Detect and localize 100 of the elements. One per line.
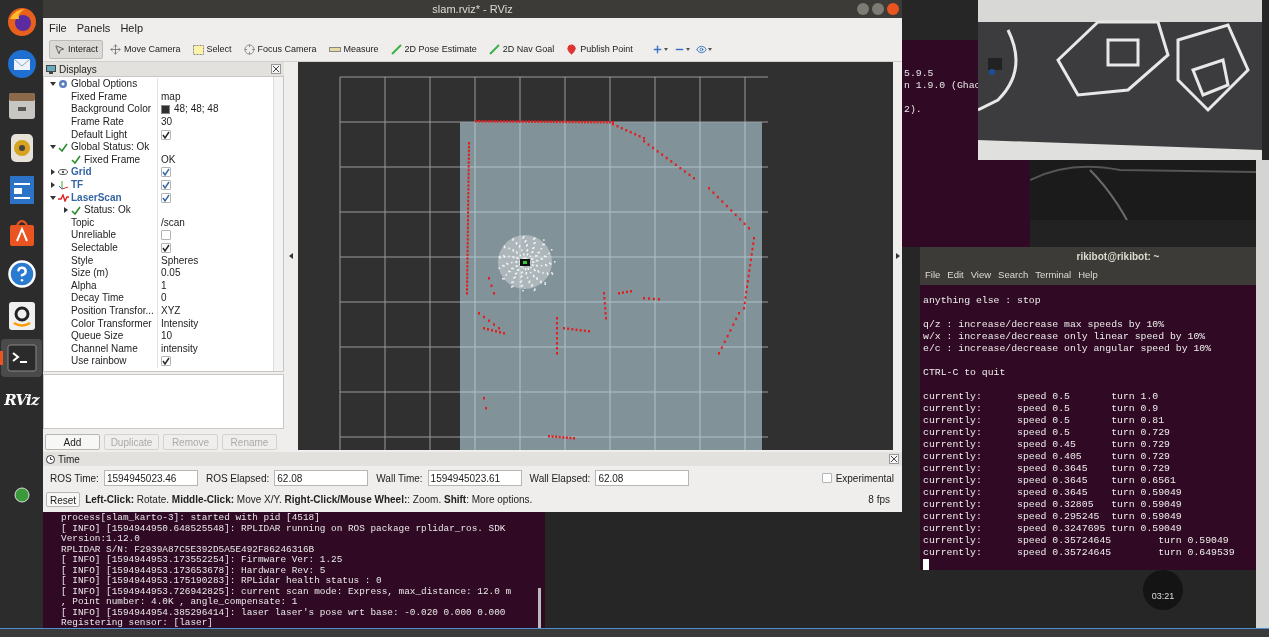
expand-arrow-icon[interactable]: [49, 182, 56, 189]
property-value[interactable]: Intensity: [161, 318, 199, 329]
property-name[interactable]: Position Transfor...: [71, 306, 154, 316]
display-name[interactable]: LaserScan: [71, 192, 122, 203]
property-name[interactable]: Background Color: [71, 104, 152, 115]
property-name[interactable]: Frame Rate: [71, 117, 124, 128]
property-name[interactable]: Style: [71, 255, 94, 266]
close-button[interactable]: [887, 3, 899, 15]
tool-button[interactable]: Interact: [49, 40, 103, 59]
terminal-line: w/x : increase/decrease only linear speed by 10%: [923, 331, 1207, 343]
property-value[interactable]: map: [161, 91, 181, 102]
close-panel-button[interactable]: [889, 454, 899, 464]
property-value[interactable]: Spheres: [161, 255, 199, 266]
collapse-arrow-icon[interactable]: [289, 253, 293, 259]
property-name[interactable]: Global Status: Ok: [71, 142, 150, 153]
property-value[interactable]: 0.05: [161, 268, 181, 279]
checkbox[interactable]: [161, 167, 171, 178]
terminal-line: [ INFO] [1594944953.175190283]: RPLidar health status : 0: [61, 576, 383, 587]
collapse-arrow-icon[interactable]: [49, 194, 56, 201]
tool-button[interactable]: 2D Nav Goal: [483, 40, 560, 59]
color-swatch[interactable]: [161, 105, 170, 114]
time-field[interactable]: 62.08: [274, 470, 369, 486]
scrollbar[interactable]: [1256, 160, 1269, 628]
property-name[interactable]: Global Options: [71, 79, 138, 90]
property-name[interactable]: Queue Size: [71, 331, 124, 342]
tool-button[interactable]: 2D Pose Estimate: [385, 40, 482, 59]
checkbox[interactable]: [161, 180, 171, 191]
status-circle-icon[interactable]: [13, 487, 30, 503]
tool-button[interactable]: Select: [187, 40, 237, 59]
property-value[interactable]: XYZ: [161, 306, 181, 316]
checkbox[interactable]: [161, 129, 171, 140]
property-name[interactable]: Default Light: [71, 129, 128, 140]
display-name[interactable]: TF: [71, 180, 84, 191]
property-value[interactable]: 10: [161, 331, 173, 342]
document-icon[interactable]: [8, 175, 35, 205]
checkbox[interactable]: [161, 192, 171, 203]
time-field[interactable]: 1594945023.46: [103, 470, 198, 486]
expand-arrow-icon[interactable]: [895, 253, 900, 259]
property-value[interactable]: /scan: [161, 217, 185, 228]
scrollbar[interactable]: [538, 588, 541, 628]
checkbox[interactable]: [161, 243, 171, 253]
file-cabinet-icon[interactable]: [7, 91, 36, 121]
close-panel-button[interactable]: [271, 64, 281, 74]
help-icon[interactable]: [6, 259, 37, 289]
property-name[interactable]: Status: Ok: [84, 205, 131, 216]
property-value[interactable]: 48; 48; 48: [174, 104, 219, 115]
mail-icon[interactable]: [6, 49, 37, 79]
expand-arrow-icon[interactable]: [62, 207, 69, 214]
property-name[interactable]: Size (m): [71, 268, 109, 279]
menu-item[interactable]: File: [49, 19, 67, 37]
scrollbar[interactable]: [273, 77, 283, 371]
property-name[interactable]: Color Transformer: [71, 318, 152, 329]
minimize-button[interactable]: [857, 3, 869, 15]
property-value[interactable]: 0: [161, 293, 167, 304]
checkbox[interactable]: [161, 230, 171, 241]
terminal-line: e/c : increase/decrease only angular speed by 10%: [923, 343, 1213, 355]
clock-icon: [46, 454, 55, 464]
property-value[interactable]: 30: [161, 117, 173, 128]
display-name[interactable]: Grid: [71, 167, 92, 178]
property-value[interactable]: OK: [161, 154, 176, 165]
menu-item[interactable]: Panels: [76, 19, 111, 37]
menu-item[interactable]: Edit: [947, 268, 964, 283]
maximize-button[interactable]: [872, 3, 884, 15]
property-name[interactable]: Selectable: [71, 243, 118, 253]
property-name[interactable]: Use rainbow: [71, 356, 127, 367]
menu-item[interactable]: Terminal: [1035, 268, 1072, 283]
app-logo[interactable]: RViz: [4, 391, 39, 409]
view-tool-button[interactable]: [695, 44, 712, 55]
menu-item[interactable]: Help: [120, 19, 143, 37]
property-name[interactable]: Channel Name: [71, 343, 138, 354]
property-name[interactable]: Decay Time: [71, 293, 124, 304]
menu-item[interactable]: Help: [1078, 268, 1098, 283]
menu-item[interactable]: File: [925, 268, 941, 283]
tool-button[interactable]: Measure: [323, 40, 384, 59]
reset-button[interactable]: Reset: [46, 491, 81, 507]
property-name[interactable]: Fixed Frame: [84, 154, 141, 165]
slam-map-drawing[interactable]: [298, 62, 893, 450]
view-tool-button[interactable]: [651, 44, 668, 55]
property-name[interactable]: Fixed Frame: [71, 91, 128, 102]
browser-icon[interactable]: [6, 7, 37, 37]
property-name[interactable]: Unreliable: [71, 230, 117, 241]
shopping-bag-icon[interactable]: [7, 217, 36, 247]
time-field[interactable]: 62.08: [595, 470, 690, 486]
panel-button[interactable]: Add: [45, 434, 100, 450]
tool-button[interactable]: Publish Point: [561, 40, 638, 59]
property-name[interactable]: Topic: [71, 217, 95, 228]
time-field[interactable]: 1594945023.61: [427, 470, 522, 486]
property-value[interactable]: intensity: [161, 343, 198, 354]
tool-button[interactable]: Move Camera: [105, 40, 186, 59]
menu-item[interactable]: View: [970, 268, 992, 283]
collapse-arrow-icon[interactable]: [49, 81, 56, 88]
expand-arrow-icon[interactable]: [49, 169, 56, 176]
menu-item[interactable]: Search: [998, 268, 1029, 283]
checkbox[interactable]: [161, 356, 171, 367]
shopping-icon[interactable]: [7, 301, 36, 331]
property-value[interactable]: 1: [161, 280, 167, 291]
tool-button[interactable]: Focus Camera: [238, 40, 322, 59]
property-name[interactable]: Alpha: [71, 280, 97, 291]
collapse-arrow-icon[interactable]: [49, 144, 56, 151]
checkbox[interactable]: [821, 473, 832, 483]
